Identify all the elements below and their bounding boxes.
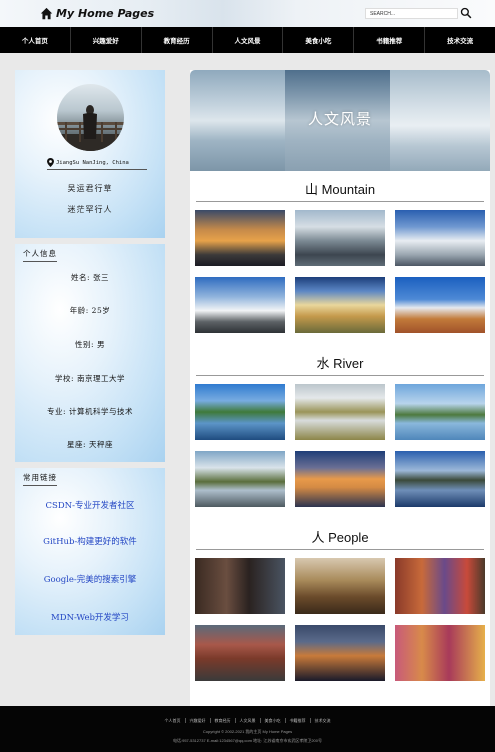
nav-item-books[interactable]: 书籍推荐 (354, 27, 426, 53)
search-input[interactable]: SEARCH... (365, 8, 458, 19)
site-name: My Home Pages (56, 6, 155, 20)
nav-item-hobbies[interactable]: 兴趣爱好 (71, 27, 142, 53)
home-icon (40, 7, 53, 19)
photo-river-5[interactable] (295, 451, 385, 507)
useful-links-card: 常用链接 CSDN-专业开发者社区 GitHub-构建更好的软件 Google-… (15, 468, 165, 635)
photo-people-1[interactable] (195, 558, 285, 614)
photo-mountain-6[interactable] (395, 277, 485, 333)
footer-link-scenery[interactable]: 人文风景 (235, 718, 261, 723)
photo-people-3[interactable] (395, 558, 485, 614)
footer: 个人首页 兴趣爱好 教育经历 人文风景 美食小吃 书籍推荐 技术交流 Copyright ©… (0, 706, 495, 752)
site-logo[interactable]: My Home Pages (40, 5, 154, 21)
info-major: 专业: 计算机科学与技术 (47, 407, 133, 416)
location-text: JiangSu NanJing, China (56, 159, 129, 166)
map-pin-icon (47, 158, 54, 167)
section-divider (196, 375, 484, 376)
photo-people-4[interactable] (195, 625, 285, 681)
photo-people-2[interactable] (295, 558, 385, 614)
search-icon[interactable] (460, 7, 472, 19)
banner-title: 人文风景 (307, 111, 372, 128)
info-school: 学校: 南京理工大学 (55, 374, 125, 383)
footer-link-tech[interactable]: 技术交流 (311, 718, 335, 723)
photo-river-2[interactable] (295, 384, 385, 440)
photo-people-6[interactable] (395, 625, 485, 681)
info-gender: 性别: 男 (75, 340, 105, 349)
nav-item-scenery[interactable]: 人文风景 (213, 27, 284, 53)
section-title-mountain: 山 Mountain (304, 182, 376, 197)
link-mdn[interactable]: MDN-Web开发学习 (15, 611, 165, 623)
photo-people-5[interactable] (295, 625, 385, 681)
main-nav: 个人首页 兴趣爱好 教育经历 人文风景 美食小吃 书籍推荐 技术交流 (0, 27, 495, 53)
photo-river-3[interactable] (395, 384, 485, 440)
footer-links: 个人首页 兴趣爱好 教育经历 人文风景 美食小吃 书籍推荐 技术交流 (0, 718, 495, 724)
photo-mountain-3[interactable] (395, 210, 485, 266)
useful-links-title: 常用链接 (23, 472, 57, 486)
personal-info-card: 个人信息 姓名: 张三 年龄: 25岁 性别: 男 学校: 南京理工大学 专业:… (15, 244, 165, 462)
section-title-river: 水 River (316, 356, 364, 371)
photo-mountain-4[interactable] (195, 277, 285, 333)
header: My Home Pages SEARCH... (0, 0, 495, 27)
section-title-people: 人 People (311, 530, 369, 545)
photo-river-1[interactable] (195, 384, 285, 440)
link-csdn[interactable]: CSDN-专业开发者社区 (15, 499, 165, 511)
profile-card: JiangSu NanJing, China 吴运君行草 迷茫罕行人 (15, 70, 165, 238)
footer-link-hobbies[interactable]: 兴趣爱好 (185, 718, 211, 723)
personal-info-title: 个人信息 (23, 248, 57, 262)
nav-item-home[interactable]: 个人首页 (0, 27, 71, 53)
avatar (57, 84, 124, 151)
nav-item-tech[interactable]: 技术交流 (425, 27, 495, 53)
section-divider (196, 201, 484, 202)
photo-mountain-2[interactable] (295, 210, 385, 266)
photo-river-6[interactable] (395, 451, 485, 507)
motto-line-2: 迷茫罕行人 (67, 205, 113, 214)
info-zodiac: 星座: 天秤座 (67, 440, 113, 449)
banner: 人文风景 (190, 70, 490, 171)
photo-mountain-5[interactable] (295, 277, 385, 333)
footer-contact: 电话:957-5312737 E-mail:1234567@qq.com 地址:… (172, 738, 322, 743)
photo-river-4[interactable] (195, 451, 285, 507)
footer-copyright: Copyright © 2002-2021 我的主页 My Home Pages (202, 729, 293, 734)
nav-item-food[interactable]: 美食小吃 (283, 27, 355, 53)
photo-mountain-1[interactable] (195, 210, 285, 266)
link-github[interactable]: GitHub-构建更好的软件 (15, 535, 165, 547)
footer-link-education[interactable]: 教育经历 (210, 718, 236, 723)
info-age: 年龄: 25岁 (69, 306, 111, 315)
motto-line-1: 吴运君行草 (67, 184, 113, 193)
location: JiangSu NanJing, China (47, 156, 147, 170)
search-placeholder: SEARCH... (370, 11, 396, 17)
link-google[interactable]: Google-完美的搜索引擎 (15, 573, 165, 585)
main-content: 人文风景 山 Mountain 水 River 人 People (190, 70, 490, 706)
info-name: 姓名: 张三 (71, 273, 109, 282)
section-divider (196, 549, 484, 550)
nav-item-education[interactable]: 教育经历 (142, 27, 213, 53)
footer-link-food[interactable]: 美食小吃 (260, 718, 286, 723)
footer-link-books[interactable]: 书籍推荐 (285, 718, 311, 723)
footer-link-home[interactable]: 个人首页 (160, 718, 186, 723)
